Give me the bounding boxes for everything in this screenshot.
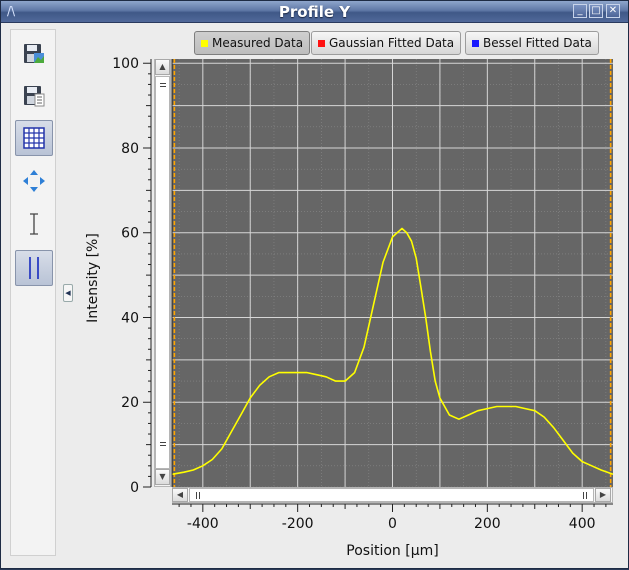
pan-button[interactable] bbox=[15, 163, 53, 199]
x-tick-label: 400 bbox=[569, 516, 596, 532]
save-image-icon bbox=[24, 44, 44, 63]
title-bar[interactable]: /\ Profile Y _ □ ✕ bbox=[1, 1, 628, 23]
text-cursor-icon bbox=[30, 213, 38, 235]
save-data-icon bbox=[24, 86, 45, 107]
y-tick-label: 80 bbox=[121, 141, 139, 157]
legend-swatch bbox=[472, 39, 479, 47]
legend-label: Gaussian Fitted Data bbox=[329, 36, 455, 50]
grid-icon bbox=[23, 127, 45, 149]
collapse-toolbar-button[interactable]: ◀ bbox=[63, 284, 73, 302]
cursors-icon bbox=[29, 257, 39, 279]
legend-swatch bbox=[318, 39, 325, 47]
x-tick-label: 0 bbox=[388, 516, 397, 532]
legend-bessel-fitted-data[interactable]: Bessel Fitted Data bbox=[465, 31, 599, 55]
y-tick-label: 20 bbox=[121, 395, 139, 411]
grip-icon bbox=[583, 492, 587, 499]
y-tick-label: 40 bbox=[121, 310, 139, 326]
legend-gaussian-fitted-data[interactable]: Gaussian Fitted Data bbox=[311, 31, 462, 55]
scroll-left-arrow[interactable]: ◀ bbox=[172, 488, 188, 502]
left-toolbar bbox=[10, 29, 56, 556]
save-data-button[interactable] bbox=[15, 78, 53, 114]
horizontal-scrollbar[interactable]: ◀ ▶ bbox=[172, 487, 613, 503]
y-tick-label: 0 bbox=[130, 480, 139, 496]
vertical-scrollbar[interactable]: ▲ ▼ bbox=[154, 59, 171, 487]
grip-icon bbox=[196, 492, 200, 499]
x-tick-label: -200 bbox=[282, 516, 314, 532]
y-tick-label: 60 bbox=[121, 226, 139, 242]
horizontal-scroll-thumb[interactable] bbox=[189, 488, 594, 502]
cursors-toggle-button[interactable] bbox=[15, 250, 53, 286]
window-title: Profile Y bbox=[278, 3, 351, 21]
x-tick-label: 200 bbox=[474, 516, 501, 532]
legend-label: Measured Data bbox=[212, 36, 304, 50]
text-cursor-button[interactable] bbox=[15, 206, 53, 242]
y-axis-label: Intensity [%] bbox=[85, 233, 101, 323]
legend-label: Bessel Fitted Data bbox=[483, 36, 592, 50]
legend-swatch bbox=[201, 39, 208, 47]
grip-icon bbox=[160, 442, 166, 446]
grip-icon bbox=[160, 83, 166, 87]
grid-toggle-button[interactable] bbox=[15, 120, 53, 156]
minimize-button[interactable]: _ bbox=[573, 4, 587, 18]
save-image-button[interactable] bbox=[15, 36, 53, 72]
profile-window: /\ Profile Y _ □ ✕ ◀ Measured Data Gauss… bbox=[0, 0, 629, 569]
scroll-right-arrow[interactable]: ▶ bbox=[595, 488, 611, 502]
maximize-button[interactable]: □ bbox=[589, 4, 603, 18]
profile-chart: 0 20 40 60 80 100 -400 -200 0 200 400 Position [µm… bbox=[85, 56, 614, 559]
plot-area[interactable] bbox=[172, 59, 613, 487]
scroll-down-arrow[interactable]: ▼ bbox=[155, 469, 170, 485]
pan-arrows-icon bbox=[23, 170, 45, 192]
x-axis-label: Position [µm] bbox=[346, 543, 438, 559]
vertical-scroll-thumb[interactable] bbox=[155, 76, 170, 469]
x-tick-label: -400 bbox=[187, 516, 219, 532]
y-tick-label: 100 bbox=[112, 56, 139, 72]
scroll-up-arrow[interactable]: ▲ bbox=[155, 59, 170, 75]
legend-measured-data[interactable]: Measured Data bbox=[194, 31, 311, 55]
close-button[interactable]: ✕ bbox=[606, 4, 620, 18]
